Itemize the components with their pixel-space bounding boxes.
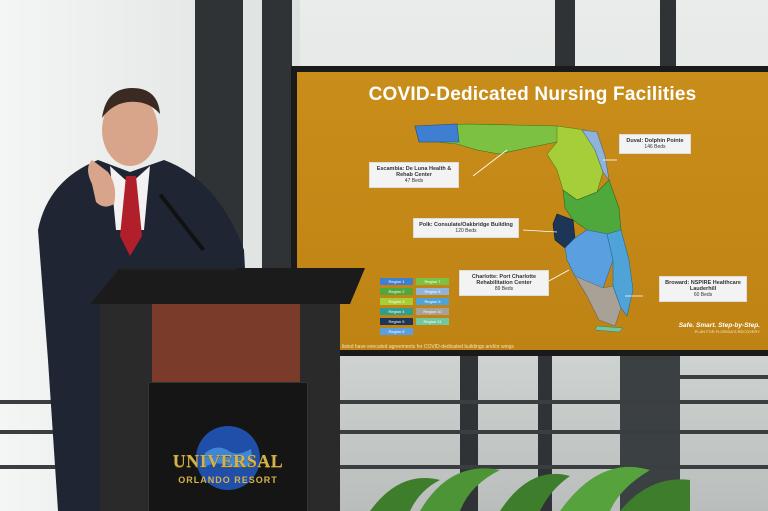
tagline-text: Safe. Smart. Step-by-Step. (678, 322, 760, 329)
legend-item: Region 7 (416, 278, 449, 285)
fern-plants (370, 466, 690, 511)
pointer-line (546, 269, 570, 283)
universal-logo-sign: UNIVERSAL ORLANDO RESORT (148, 382, 308, 511)
tagline-sub: PLAN FOR FLORIDA'S RECOVERY (694, 329, 760, 334)
callout-title: Charlotte: Port Charlotte Rehabilitation… (471, 274, 537, 286)
legend-item: Region 5 (380, 318, 413, 325)
podium-front-left (100, 304, 152, 511)
pillar (555, 0, 575, 66)
photo-scene: COVID-Dedicated Nursing Facilities Duval… (0, 0, 768, 511)
railing (680, 375, 768, 379)
logo-line-2: ORLANDO RESORT (178, 475, 278, 485)
map-region-1 (414, 123, 460, 143)
slide: COVID-Dedicated Nursing Facilities Duval… (297, 72, 768, 350)
callout-duval: Duval: Dolphin Pointe 146 Beds (619, 134, 691, 154)
railing (318, 400, 768, 404)
slide-title: COVID-Dedicated Nursing Facilities (368, 84, 697, 105)
railing (318, 430, 768, 434)
map-keys (594, 325, 624, 333)
region-legend: Region 1 Region 7 Region 2 Region 8 Region 3… (380, 278, 454, 338)
legend-item: Region 8 (416, 288, 449, 295)
podium-top (90, 268, 365, 304)
callout-sub: 47 Beds (404, 178, 424, 184)
legend-item: Region 1 (380, 278, 413, 285)
logo-line-1: UNIVERSAL (172, 451, 284, 471)
slide-tagline: Safe. Smart. Step-by-Step. PLAN FOR FLOR… (679, 322, 760, 334)
callout-broward: Broward: NSPIRE Healthcare Lauderhill 60… (659, 276, 747, 302)
pointer-line (522, 229, 558, 233)
callout-title: Broward: NSPIRE Healthcare Lauderhill (665, 280, 741, 292)
legend-item: Region 11 (416, 318, 449, 325)
callout-sub: 89 Beds (494, 286, 514, 292)
legend-item: Region 9 (416, 298, 449, 305)
callout-escambia: Escambia: De Luna Health & Rehab Center … (369, 162, 459, 188)
legend-item: Region 3 (380, 298, 413, 305)
legend-item: Region 4 (380, 308, 413, 315)
legend-item: Region 2 (380, 288, 413, 295)
podium-wood-panel (152, 304, 300, 388)
pointer-line (472, 149, 508, 177)
callout-sub: 120 Beds (455, 228, 477, 234)
callout-polk: Polk: Consulate/Oakbridge Building 120 B… (413, 218, 519, 238)
legend-item: Region 6 (380, 328, 413, 335)
callout-charlotte: Charlotte: Port Charlotte Rehabilitation… (459, 270, 549, 296)
laptop (116, 268, 236, 270)
callout-sub: 60 Beds (693, 292, 713, 298)
callout-sub: 146 Beds (644, 144, 666, 150)
pillar (660, 0, 676, 66)
legend-item: Region 10 (416, 308, 449, 315)
callout-title: Escambia: De Luna Health & Rehab Center (376, 166, 452, 178)
